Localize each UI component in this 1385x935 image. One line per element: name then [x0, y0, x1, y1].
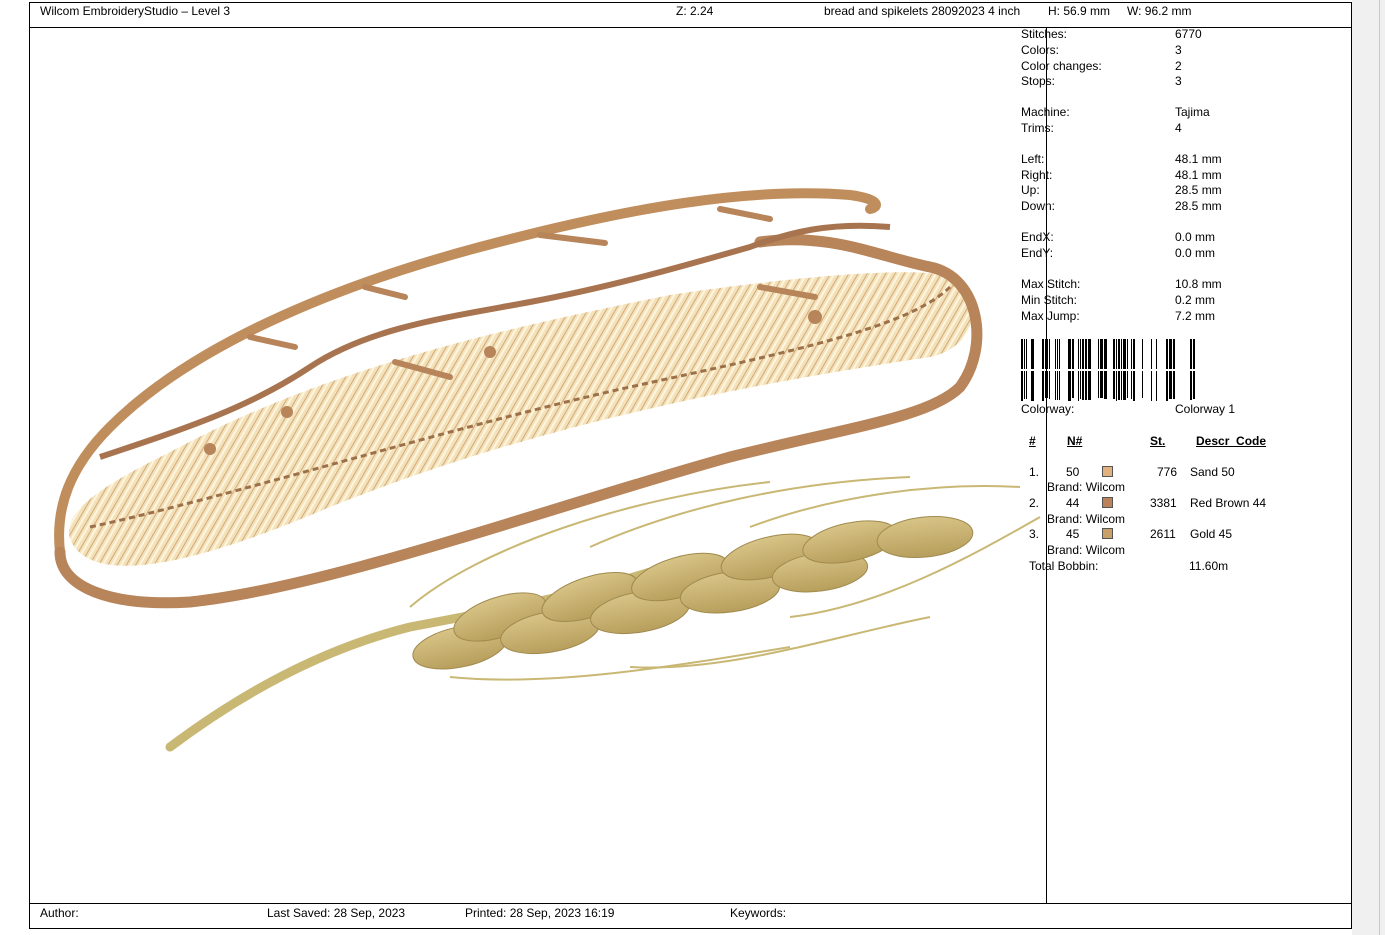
author-label: Author: [40, 906, 79, 920]
color-name: Red Brown 44 [1190, 496, 1267, 510]
total-bobbin-label: Total Bobbin: [1029, 559, 1099, 573]
stat-stops: Stops: 3 [1021, 74, 1182, 88]
color-name: Gold 45 [1190, 527, 1233, 541]
stat-trims: Trims: 4 [1021, 121, 1182, 135]
col-header-description: Descr_Code [1196, 434, 1267, 448]
report-footer: Author: Last Saved: 28 Sep, 2023 Printed… [30, 903, 1351, 928]
color-stitches: 2611 [1150, 527, 1176, 541]
stat-down: Down: 28.5 mm [1021, 199, 1222, 213]
window-scroll-edge [1379, 0, 1380, 935]
col-header-code: N# [1067, 434, 1083, 448]
zoom-level: Z: 2.24 [676, 4, 714, 18]
colorway-row: Colorway: Colorway 1 [1021, 402, 1236, 416]
stat-color-changes: Color changes: 2 [1021, 59, 1182, 73]
color-brand: Brand: Wilcom [1047, 543, 1126, 557]
stat-machine: Machine: Tajima [1021, 105, 1210, 119]
color-index: 3. [1029, 527, 1040, 541]
last-saved-date: Last Saved: 28 Sep, 2023 [267, 906, 406, 920]
stat-min-stitch: Min Stitch: 0.2 mm [1021, 293, 1216, 307]
report-header: Wilcom EmbroideryStudio – Level 3 Z: 2.2… [30, 3, 1351, 28]
color-swatch [1102, 466, 1113, 477]
print-preview-sheet: Wilcom EmbroideryStudio – Level 3 Z: 2.2… [0, 0, 1385, 935]
embroidery-design-image [54, 188, 1041, 752]
color-index: 1. [1029, 465, 1040, 479]
stat-endy: EndY: 0.0 mm [1021, 246, 1216, 260]
col-header-index: # [1029, 434, 1036, 448]
stat-endx: EndX: 0.0 mm [1021, 230, 1216, 244]
stat-max-jump: Max Jump: 7.2 mm [1021, 309, 1216, 323]
color-name: Sand 50 [1190, 465, 1235, 479]
color-code: 44 [1066, 496, 1080, 510]
barcode-image [1021, 339, 1195, 401]
color-stitches: 776 [1157, 465, 1178, 479]
design-canvas [30, 27, 1047, 903]
stat-up: Up: 28.5 mm [1021, 183, 1222, 197]
design-height: H: 56.9 mm [1048, 4, 1111, 18]
color-brand: Brand: Wilcom [1047, 512, 1126, 526]
color-code: 45 [1066, 527, 1080, 541]
printed-date: Printed: 28 Sep, 2023 16:19 [465, 906, 615, 920]
stat-left: Left: 48.1 mm [1021, 152, 1222, 166]
stat-colors: Colors: 3 [1021, 43, 1182, 57]
design-name: bread and spikelets 28092023 4 inch [824, 4, 1021, 18]
stat-right: Right: 48.1 mm [1021, 168, 1222, 182]
total-bobbin-value: 11.60m [1189, 559, 1229, 573]
app-title: Wilcom EmbroideryStudio – Level 3 [40, 4, 231, 18]
keywords-label: Keywords: [730, 906, 787, 920]
color-stitches: 3381 [1150, 496, 1177, 510]
stat-stitches: Stitches: 6770 [1021, 27, 1202, 41]
color-index: 2. [1029, 496, 1040, 510]
color-code: 50 [1066, 465, 1080, 479]
color-swatch [1102, 497, 1113, 508]
design-report-frame: Wilcom EmbroideryStudio – Level 3 Z: 2.2… [29, 2, 1352, 929]
col-header-stitches: St. [1150, 434, 1166, 448]
color-brand: Brand: Wilcom [1047, 480, 1126, 494]
design-width: W: 96.2 mm [1127, 4, 1192, 18]
color-swatch [1102, 528, 1113, 539]
stat-max-stitch: Max Stitch: 10.8 mm [1021, 277, 1222, 291]
window-edge [1352, 0, 1385, 935]
